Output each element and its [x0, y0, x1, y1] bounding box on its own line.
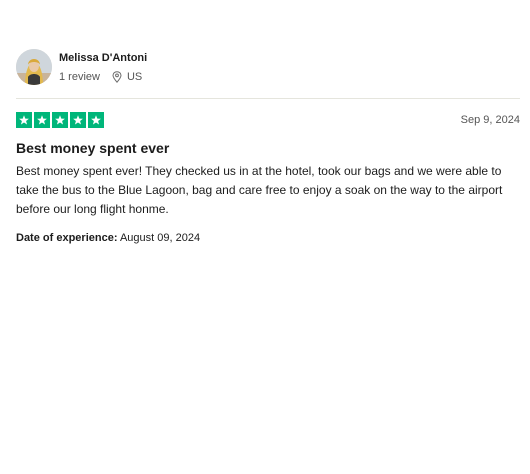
review-title[interactable]: Best money spent ever [16, 139, 520, 157]
review-date: Sep 9, 2024 [460, 114, 520, 126]
location-pin-icon [112, 71, 122, 83]
reviewer-header[interactable]: Melissa D'Antoni 1 review US [16, 48, 520, 86]
reviewer-meta: 1 review US [59, 70, 147, 84]
experience-date: August 09, 2024 [119, 232, 201, 244]
review-card: Melissa D'Antoni 1 review US Sep 9, 2024… [16, 48, 520, 245]
star-icon [16, 112, 32, 128]
divider [16, 98, 520, 99]
review-count: 1 review [59, 71, 100, 83]
rating-row: Sep 9, 2024 [16, 112, 520, 128]
star-icon [88, 112, 104, 128]
experience-label: Date of experience: [16, 232, 118, 244]
avatar[interactable] [16, 49, 52, 85]
reviewer-name[interactable]: Melissa D'Antoni [59, 51, 147, 65]
star-rating [16, 112, 104, 128]
reviewer-info: Melissa D'Antoni 1 review US [59, 50, 147, 84]
star-icon [52, 112, 68, 128]
reviewer-country: US [126, 71, 143, 83]
star-icon [34, 112, 50, 128]
star-icon [70, 112, 86, 128]
review-body: Best money spent ever! They checked us i… [16, 164, 503, 216]
date-of-experience: Date of experience: August 09, 2024 [16, 231, 520, 245]
